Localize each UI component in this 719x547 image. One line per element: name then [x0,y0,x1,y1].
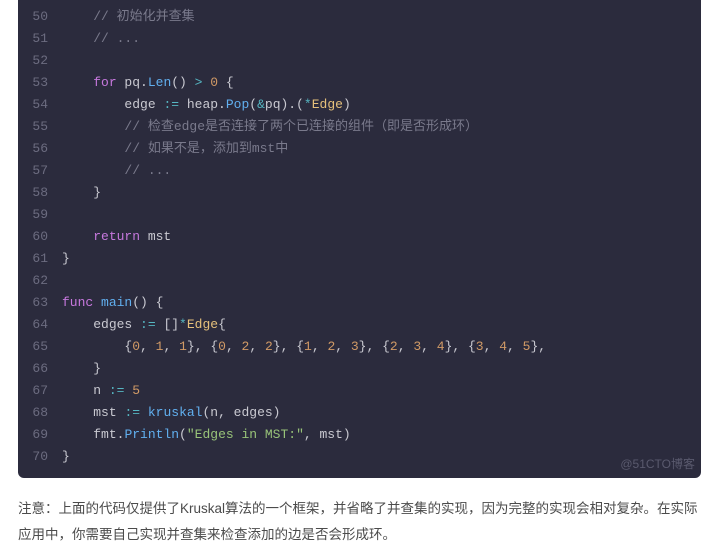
line-number: 70 [18,446,62,468]
code-line[interactable]: 59 [18,204,701,226]
code-line[interactable]: 69 fmt.Println("Edges in MST:", mst) [18,424,701,446]
line-content[interactable]: // 检查edge是否连接了两个已连接的组件（即是否形成环） [62,116,701,138]
line-number: 51 [18,28,62,50]
line-number: 63 [18,292,62,314]
line-number: 58 [18,182,62,204]
line-number: 68 [18,402,62,424]
code-line[interactable]: 66 } [18,358,701,380]
code-line[interactable]: 51 // ... [18,28,701,50]
line-content[interactable]: func main() { [62,292,701,314]
line-content[interactable]: n := 5 [62,380,701,402]
line-number: 61 [18,248,62,270]
line-content[interactable]: {0, 1, 1}, {0, 2, 2}, {1, 2, 3}, {2, 3, … [62,336,701,358]
code-line[interactable]: 54 edge := heap.Pop(&pq).(*Edge) [18,94,701,116]
code-line[interactable]: 56 // 如果不是，添加到mst中 [18,138,701,160]
line-content[interactable]: } [62,358,701,380]
code-line[interactable]: 53 for pq.Len() > 0 { [18,72,701,94]
line-content[interactable]: // 初始化并查集 [62,6,701,28]
code-block: 50 // 初始化并查集51 // ...5253 for pq.Len() >… [18,0,701,478]
code-line[interactable]: 52 [18,50,701,72]
line-number: 64 [18,314,62,336]
code-line[interactable]: 50 // 初始化并查集 [18,6,701,28]
code-line[interactable]: 70} [18,446,701,468]
note-paragraph: 注意：上面的代码仅提供了Kruskal算法的一个框架，并省略了并查集的实现，因为… [18,496,701,547]
code-line[interactable]: 57 // ... [18,160,701,182]
code-line[interactable]: 58 } [18,182,701,204]
code-line[interactable]: 61} [18,248,701,270]
line-content[interactable]: edges := []*Edge{ [62,314,701,336]
line-number: 52 [18,50,62,72]
line-number: 62 [18,270,62,292]
line-content[interactable]: // ... [62,160,701,182]
line-content[interactable]: } [62,446,701,468]
line-number: 54 [18,94,62,116]
line-content[interactable]: // 如果不是，添加到mst中 [62,138,701,160]
code-line[interactable]: 62 [18,270,701,292]
line-number: 66 [18,358,62,380]
code-lines[interactable]: 50 // 初始化并查集51 // ...5253 for pq.Len() >… [18,6,701,468]
line-content[interactable]: for pq.Len() > 0 { [62,72,701,94]
line-content[interactable]: } [62,248,701,270]
line-number: 59 [18,204,62,226]
line-content[interactable]: // ... [62,28,701,50]
line-number: 65 [18,336,62,358]
line-number: 53 [18,72,62,94]
line-number: 56 [18,138,62,160]
line-number: 60 [18,226,62,248]
code-line[interactable]: 67 n := 5 [18,380,701,402]
line-content[interactable]: fmt.Println("Edges in MST:", mst) [62,424,701,446]
watermark: @51CTO博客 [620,455,695,472]
code-line[interactable]: 64 edges := []*Edge{ [18,314,701,336]
line-content[interactable]: mst := kruskal(n, edges) [62,402,701,424]
code-line[interactable]: 63func main() { [18,292,701,314]
code-line[interactable]: 60 return mst [18,226,701,248]
line-content[interactable]: edge := heap.Pop(&pq).(*Edge) [62,94,701,116]
line-number: 55 [18,116,62,138]
line-number: 50 [18,6,62,28]
line-content[interactable]: return mst [62,226,701,248]
code-line[interactable]: 55 // 检查edge是否连接了两个已连接的组件（即是否形成环） [18,116,701,138]
line-number: 57 [18,160,62,182]
code-line[interactable]: 65 {0, 1, 1}, {0, 2, 2}, {1, 2, 3}, {2, … [18,336,701,358]
code-line[interactable]: 68 mst := kruskal(n, edges) [18,402,701,424]
line-number: 67 [18,380,62,402]
line-number: 69 [18,424,62,446]
line-content[interactable]: } [62,182,701,204]
